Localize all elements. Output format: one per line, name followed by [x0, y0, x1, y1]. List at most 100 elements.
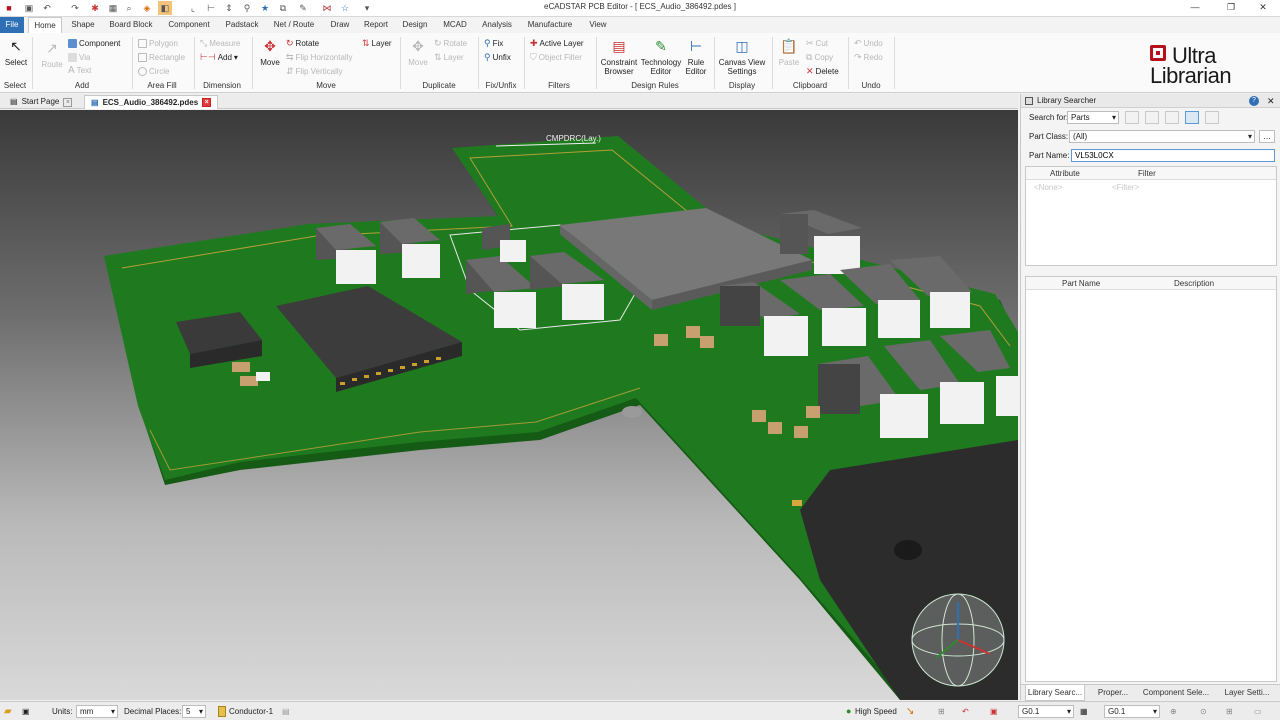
search-for-select[interactable]: Parts ▾: [1067, 111, 1119, 124]
layer-button[interactable]: ⇅ Layer: [362, 37, 392, 49]
snap-icon[interactable]: ↘: [906, 705, 914, 718]
via-button[interactable]: Via: [68, 51, 90, 63]
star-outline-icon[interactable]: ☆: [338, 1, 352, 15]
delete-button[interactable]: ✕ Delete: [806, 65, 839, 77]
drc-icon[interactable]: ✱: [88, 1, 102, 15]
tab-start-page[interactable]: ▤ Start Page ×: [4, 95, 78, 109]
part-name-input[interactable]: [1071, 149, 1275, 162]
drc-status-icon[interactable]: ▣: [990, 705, 998, 718]
cut-button[interactable]: ✂ Cut: [806, 37, 828, 49]
active-layer-name[interactable]: Conductor-1: [229, 705, 273, 718]
save-icon[interactable]: ▣: [22, 1, 36, 15]
close-button[interactable]: ✕: [1246, 0, 1280, 14]
copy-button[interactable]: ⧉ Copy: [806, 51, 833, 63]
tab-padstack[interactable]: Padstack: [222, 17, 262, 33]
tab-report[interactable]: Report: [360, 17, 392, 33]
layer-icon[interactable]: ◧: [158, 1, 172, 15]
status-icon-d[interactable]: ▭: [1254, 705, 1262, 718]
route-button[interactable]: ↗ Route: [38, 38, 66, 70]
redo-button[interactable]: ↷ Redo: [854, 51, 883, 63]
tab-view[interactable]: View: [584, 17, 612, 33]
close-tab-icon[interactable]: ×: [63, 97, 73, 107]
highlight-icon[interactable]: ◈: [140, 1, 154, 15]
rotate-button[interactable]: ↻ Rotate: [286, 37, 319, 49]
paste-button[interactable]: 📋 Paste: [776, 36, 802, 68]
rectangle-button[interactable]: Rectangle: [138, 51, 185, 63]
active-layer-button[interactable]: ✚ Active Layer: [530, 37, 584, 49]
unfix-button[interactable]: ⚲ Unfix: [484, 51, 511, 63]
tab-design[interactable]: Design: [398, 17, 432, 33]
search-button-icon[interactable]: [1185, 111, 1199, 124]
search-option-2-icon[interactable]: [1145, 111, 1159, 124]
undo-button[interactable]: ↶ Undo: [854, 37, 883, 49]
fix-button[interactable]: ⚲ Fix: [484, 37, 503, 49]
search-option-3-icon[interactable]: [1165, 111, 1179, 124]
pin-icon[interactable]: ⚲: [240, 1, 254, 15]
folder-icon[interactable]: ▰: [4, 705, 18, 718]
search-option-1-icon[interactable]: [1125, 111, 1139, 124]
polygon-button[interactable]: Polygon: [138, 37, 178, 49]
flip-horizontally-button[interactable]: ⇆ Flip Horizontally: [286, 51, 352, 63]
tab-component[interactable]: Component: [162, 17, 216, 33]
units-select[interactable]: mm ▾: [76, 705, 118, 718]
zoom-icon[interactable]: ⌕: [122, 1, 136, 15]
close-tab-icon[interactable]: ×: [202, 98, 212, 107]
layer-option-icon[interactable]: ▤: [282, 705, 290, 718]
grid-icon[interactable]: ▦: [106, 1, 120, 15]
tab-layer-settings[interactable]: Layer Setti...: [1217, 685, 1277, 701]
technology-editor-button[interactable]: ✎ Technology Editor: [640, 36, 682, 77]
circle-button[interactable]: Circle: [138, 65, 169, 77]
tab-net-route[interactable]: Net / Route: [268, 17, 320, 33]
duplicate-rotate-button[interactable]: ↻ Rotate: [434, 37, 467, 49]
grid-select-2[interactable]: G0.1 ▾: [1104, 705, 1160, 718]
part-class-browse-button[interactable]: …: [1259, 130, 1275, 143]
route-icon[interactable]: ✎: [296, 1, 310, 15]
tab-component-selector[interactable]: Component Sele...: [1141, 685, 1211, 701]
grid-select-1[interactable]: G0.1 ▾: [1018, 705, 1074, 718]
tab-board-block[interactable]: Board Block: [104, 17, 158, 33]
star-icon[interactable]: ★: [258, 1, 272, 15]
component-button[interactable]: Component: [68, 37, 120, 49]
decimal-places-select[interactable]: 5 ▾: [182, 705, 206, 718]
flip-vertically-button[interactable]: ⇵ Flip Vertically: [286, 65, 343, 77]
measure-icon[interactable]: ⊢: [204, 1, 218, 15]
tab-ecs-audio[interactable]: ▤ ECS_Audio_386492.pdes ×: [84, 95, 219, 109]
status-icon-a[interactable]: ⊕: [1170, 705, 1177, 718]
tab-manufacture[interactable]: Manufacture: [522, 17, 578, 33]
move-button[interactable]: ✥ Move: [256, 36, 284, 68]
text-button[interactable]: A Text: [68, 64, 91, 76]
canvas-view-settings-button[interactable]: ◫ Canvas View Settings: [718, 36, 766, 77]
constraint-browser-button[interactable]: ▤ Constraint Browser: [600, 36, 638, 77]
description-column-header[interactable]: Description: [1174, 279, 1214, 288]
duplicate-layer-button[interactable]: ⇅ Layer: [434, 51, 464, 63]
tab-file[interactable]: File: [0, 17, 24, 33]
grid-icon[interactable]: ▦: [1080, 705, 1088, 718]
panel-toggle-icon[interactable]: ▣: [22, 705, 36, 718]
tab-home[interactable]: Home: [28, 17, 62, 33]
search-option-5-icon[interactable]: [1205, 111, 1219, 124]
undo-route-icon[interactable]: ↶: [962, 705, 969, 718]
tab-analysis[interactable]: Analysis: [478, 17, 516, 33]
tab-properties[interactable]: Proper...: [1089, 685, 1137, 701]
tab-shape[interactable]: Shape: [66, 17, 100, 33]
object-filter-button[interactable]: ⛉ Object Filter: [530, 51, 582, 63]
duplicate-move-button[interactable]: ✥ Move: [404, 36, 432, 68]
status-icon-c[interactable]: ⊞: [1226, 705, 1233, 718]
pcb-3d-canvas[interactable]: CMPDRC(Lay.): [0, 110, 1018, 700]
copy-icon[interactable]: ⧉: [276, 1, 290, 15]
corner-icon[interactable]: ⌞: [186, 1, 200, 15]
high-speed-label[interactable]: High Speed: [855, 705, 897, 718]
panel-close-icon[interactable]: ✕: [1267, 94, 1275, 108]
move-icon[interactable]: ⇕: [222, 1, 236, 15]
measure-button[interactable]: ⤡ Measure: [200, 37, 240, 49]
part-name-column-header[interactable]: Part Name: [1062, 279, 1100, 288]
part-class-select[interactable]: (All) ▾: [1069, 130, 1255, 143]
grid-snap-icon[interactable]: ⊞: [938, 705, 945, 718]
filter-placeholder[interactable]: <Filter>: [1112, 183, 1139, 192]
redo-icon[interactable]: ↷: [68, 1, 82, 15]
dimension-add-button[interactable]: ⊢⊣ Add ▾: [200, 51, 238, 63]
minimize-button[interactable]: —: [1178, 0, 1212, 14]
qat-dropdown-icon[interactable]: ▾: [360, 1, 374, 15]
tab-mcad[interactable]: MCAD: [438, 17, 472, 33]
select-button[interactable]: ↖ Select: [3, 36, 29, 68]
